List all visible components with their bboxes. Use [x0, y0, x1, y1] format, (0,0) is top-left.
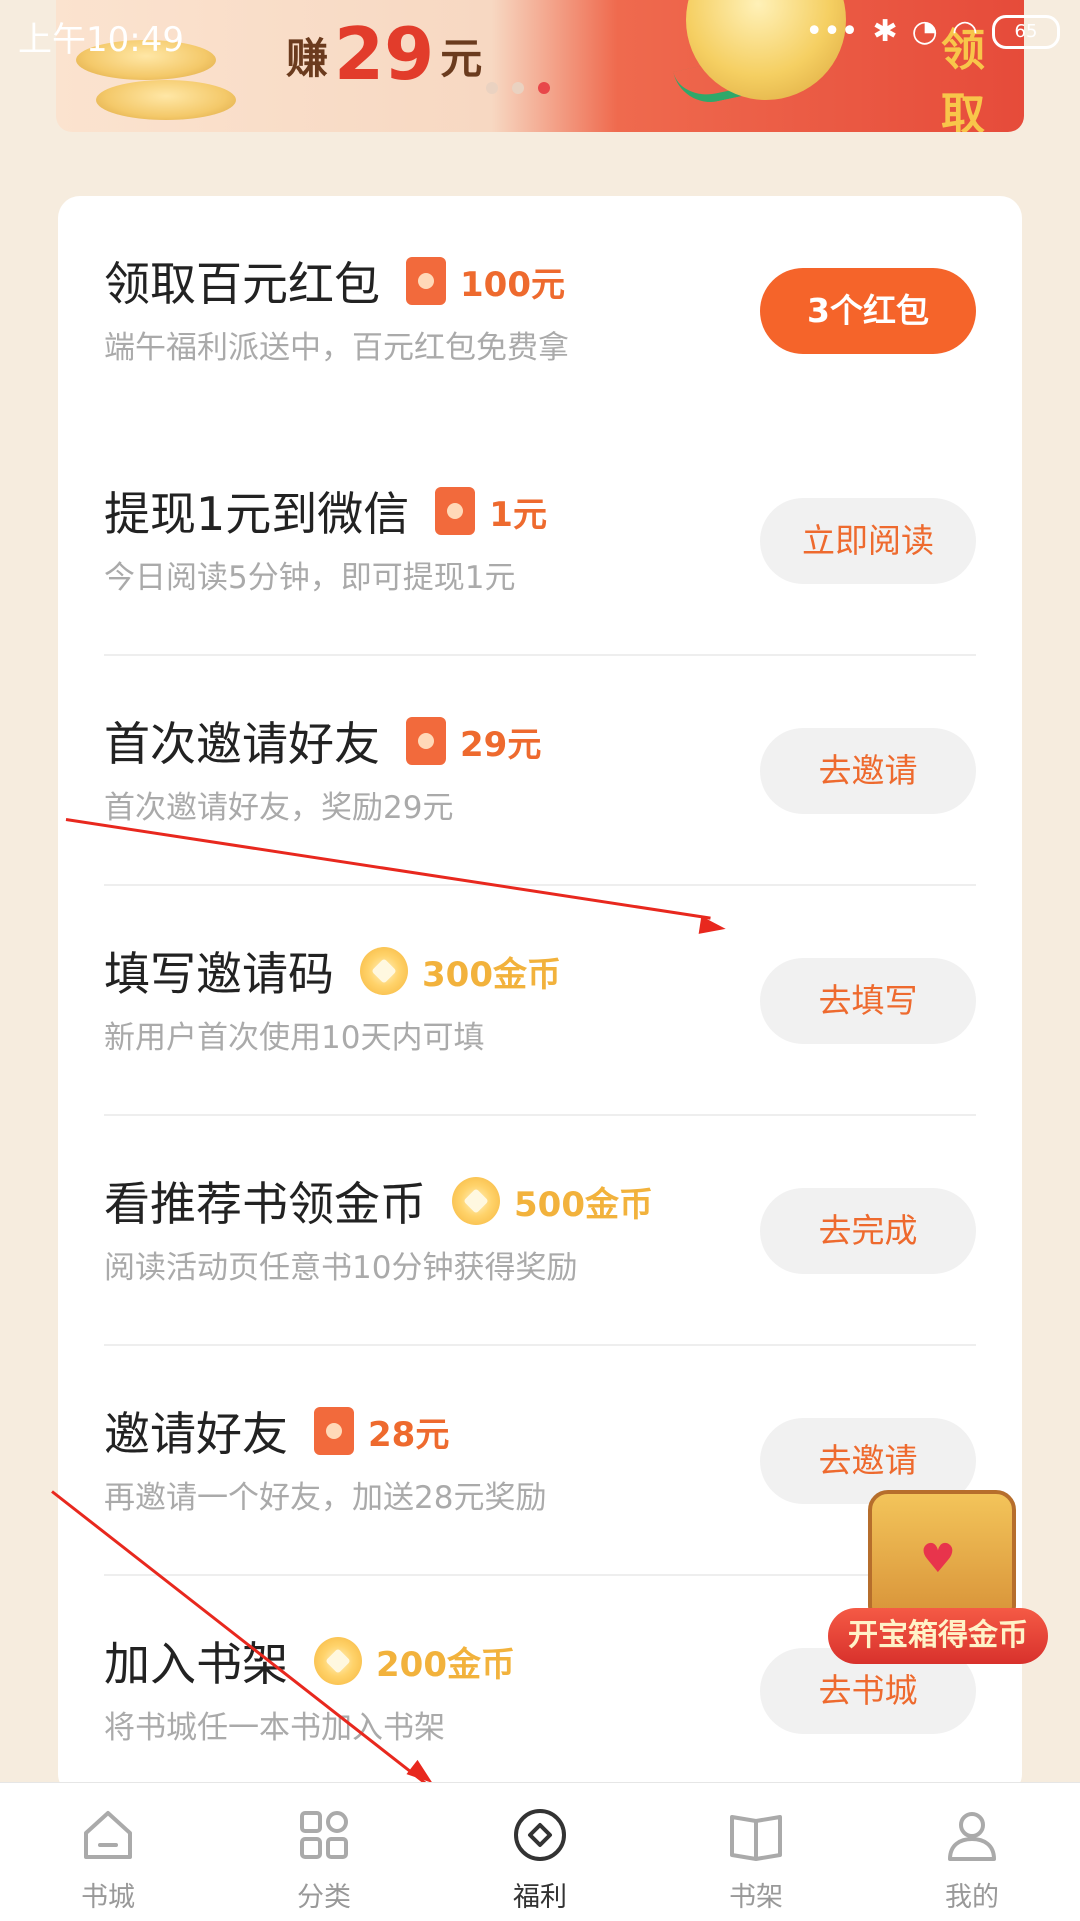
- nav-item-profile[interactable]: 我的: [864, 1783, 1080, 1921]
- task-description: 再邀请一个好友，加送28元奖励: [104, 1480, 547, 1516]
- task-row: 看推荐书领金币 500金币 阅读活动页任意书10分钟获得奖励 去完成: [104, 1116, 976, 1346]
- red-envelope-icon: [406, 257, 446, 305]
- pagination-dot-active: [538, 82, 550, 94]
- more-dots-icon: •••: [805, 14, 859, 49]
- read-now-button[interactable]: 立即阅读: [760, 498, 976, 584]
- treasure-chest-widget[interactable]: ♥ 开宝箱得金币: [828, 1470, 1048, 1680]
- pagination-dot: [512, 82, 524, 94]
- heart-icon: ♥: [920, 1536, 956, 1582]
- user-icon: [948, 1812, 996, 1861]
- pagination-dot: [486, 82, 498, 94]
- task-title: 填写邀请码: [104, 947, 334, 1001]
- task-description: 阅读活动页任意书10分钟获得奖励: [104, 1250, 578, 1286]
- nav-label: 分类: [297, 1882, 351, 1913]
- task-reward: 1元: [489, 494, 547, 535]
- task-title: 邀请好友: [104, 1407, 288, 1461]
- red-envelope-icon: [435, 487, 476, 535]
- task-description: 将书城任一本书加入书架: [104, 1710, 445, 1746]
- treasure-chest-label: 开宝箱得金币: [828, 1608, 1048, 1664]
- nav-item-bookstore[interactable]: 书城: [0, 1783, 216, 1921]
- nav-item-bookshelf[interactable]: 书架: [648, 1783, 864, 1921]
- status-icons: ••• ✱ ◔ ◠ 65: [805, 14, 1060, 49]
- gold-coin-icon: [314, 1637, 362, 1685]
- nav-label: 福利: [513, 1882, 567, 1913]
- gold-coin-icon: [452, 1177, 500, 1225]
- fill-invite-code-button[interactable]: 去填写: [760, 958, 976, 1044]
- task-reward: 29元: [460, 724, 542, 765]
- gold-coin-icon: [360, 947, 408, 995]
- nav-item-welfare[interactable]: 福利: [432, 1783, 648, 1921]
- task-reward: 300金币: [422, 954, 561, 995]
- task-title: 领取百元红包: [104, 257, 380, 311]
- complete-task-button[interactable]: 去完成: [760, 1188, 976, 1274]
- task-description: 端午福利派送中，百元红包免费拿: [104, 330, 569, 366]
- task-reward: 200金币: [376, 1644, 515, 1685]
- task-reward: 500金币: [514, 1184, 653, 1225]
- red-envelope-icon: [314, 1407, 354, 1455]
- grid-icon: [300, 1811, 348, 1859]
- alarm-icon: ◔: [911, 14, 938, 49]
- nav-item-category[interactable]: 分类: [216, 1783, 432, 1921]
- task-reward: 28元: [368, 1414, 450, 1455]
- task-row: 填写邀请码 300金币 新用户首次使用10天内可填 去填写: [104, 886, 976, 1116]
- welfare-icon: [514, 1809, 566, 1861]
- task-description: 首次邀请好友，奖励29元: [104, 790, 454, 826]
- task-description: 新用户首次使用10天内可填: [104, 1020, 485, 1056]
- book-icon: [730, 1815, 782, 1861]
- banner-pagination: [486, 82, 550, 94]
- battery-icon: 65: [992, 14, 1060, 49]
- task-row: 首次邀请好友 29元 首次邀请好友，奖励29元 去邀请: [104, 656, 976, 886]
- task-title: 看推荐书领金币: [104, 1177, 426, 1231]
- annotation-arrowhead: [698, 916, 728, 938]
- coin-stack-decoration: [96, 80, 236, 120]
- invite-first-friend-button[interactable]: 去邀请: [760, 728, 976, 814]
- task-description: 今日阅读5分钟，即可提现1元: [104, 560, 516, 596]
- task-row: 领取百元红包 100元 端午福利派送中，百元红包免费拿 3个红包: [104, 196, 976, 426]
- task-title: 提现1元到微信: [104, 487, 410, 541]
- status-time: 上午10:49: [18, 20, 184, 60]
- task-title: 首次邀请好友: [104, 717, 380, 771]
- task-title: 加入书架: [104, 1637, 288, 1691]
- bottom-navigation: 书城 分类 福利 书架 我的: [0, 1782, 1080, 1921]
- nav-label: 书城: [81, 1882, 135, 1913]
- nav-label: 书架: [729, 1882, 783, 1913]
- bluetooth-icon: ✱: [872, 14, 898, 49]
- wifi-icon: ◠: [951, 14, 978, 49]
- red-envelope-icon: [406, 717, 446, 765]
- claim-red-envelopes-button[interactable]: 3个红包: [760, 268, 976, 354]
- task-row: 提现1元到微信 1元 今日阅读5分钟，即可提现1元 立即阅读: [104, 426, 976, 656]
- home-icon: [84, 1811, 132, 1859]
- task-reward: 100元: [460, 264, 565, 305]
- nav-label: 我的: [945, 1882, 999, 1913]
- status-bar: 上午10:49 ••• ✱ ◔ ◠ 65: [0, 0, 1080, 70]
